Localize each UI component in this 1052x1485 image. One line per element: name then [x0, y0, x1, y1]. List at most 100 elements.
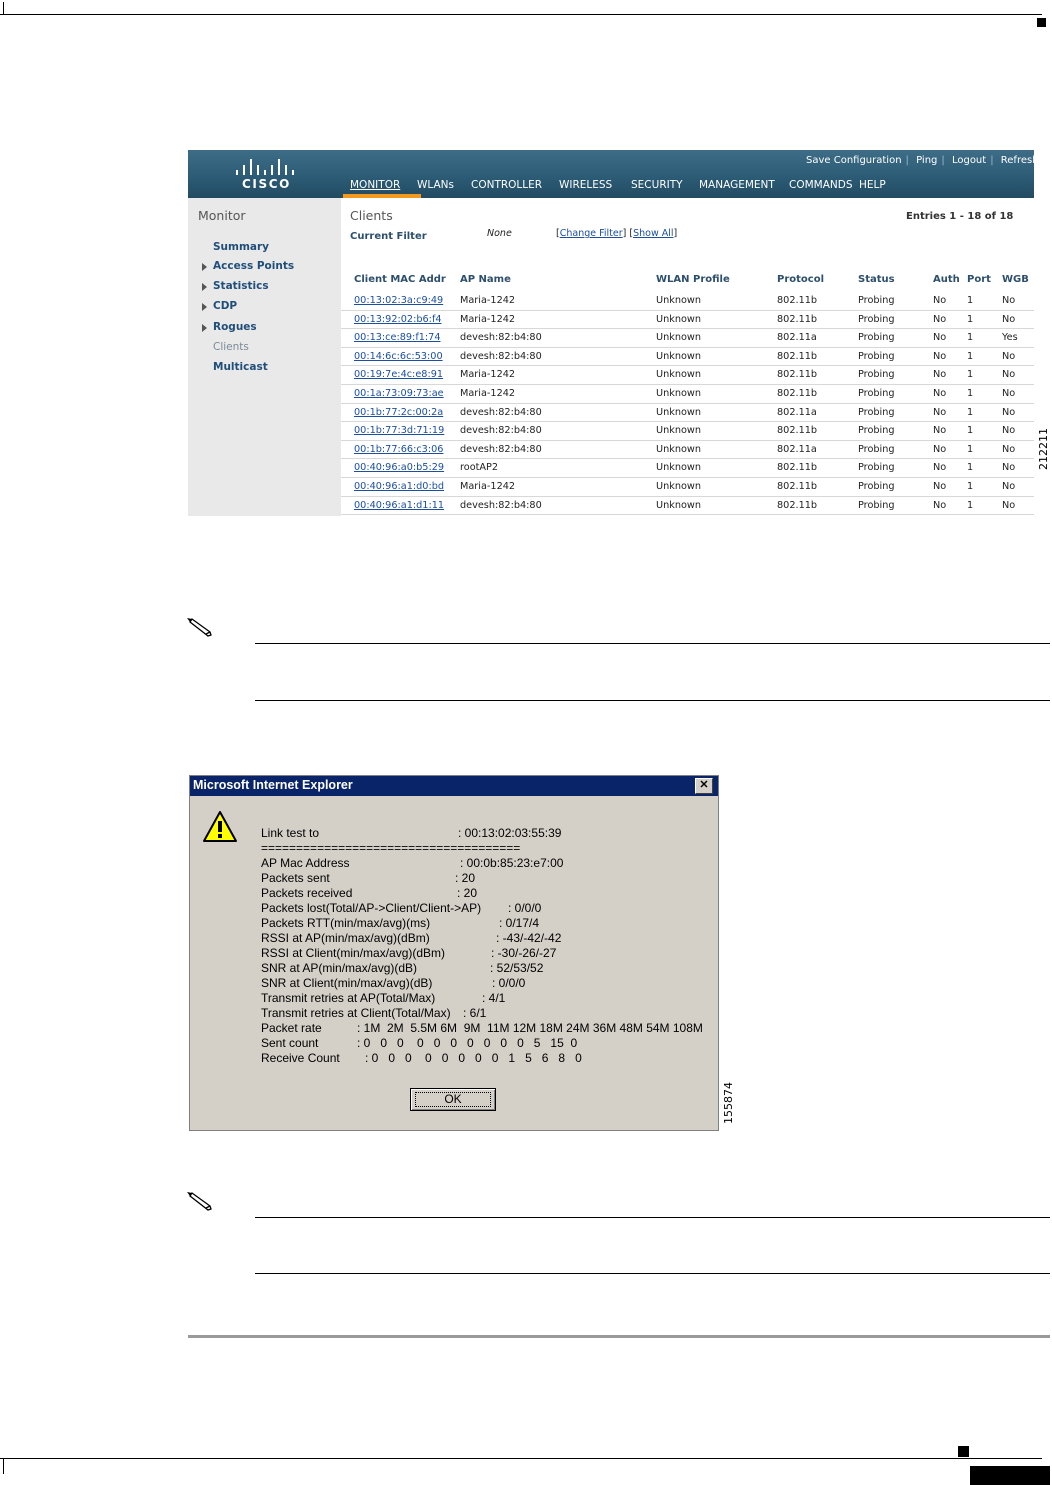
result-label: RSSI at AP(min/max/avg)(dBm): [261, 931, 430, 945]
sidebar-item-summary[interactable]: Summary: [213, 241, 269, 253]
port-cell: 1: [967, 350, 974, 362]
status-cell: Probing: [858, 313, 895, 325]
nav-help[interactable]: HELP: [859, 179, 886, 191]
port-cell: 1: [967, 406, 974, 418]
table-row: 00:13:92:02:b6:f4 Maria-1242 Unknown 802.11…: [341, 310, 1034, 330]
dialog-title: Microsoft Internet Explorer: [193, 778, 353, 792]
ap-name-cell: Maria-1242: [460, 481, 516, 492]
sidebar-item-rogues[interactable]: Rogues: [213, 321, 257, 333]
ap-name-cell: devesh:82:b4:80: [460, 406, 542, 418]
nav-wlans[interactable]: WLANs: [417, 179, 454, 191]
sidebar-item-clients[interactable]: Clients: [213, 341, 249, 353]
nav-wireless[interactable]: WIRELESS: [559, 179, 612, 191]
result-label: Transmit retries at Client(Total/Max): [261, 1006, 451, 1020]
table-row: 00:13:02:3a:c9:49 Maria-1242 Unknown 802.11…: [341, 291, 1034, 311]
sidebar-item-cdp[interactable]: CDP: [213, 300, 237, 312]
nav-controller[interactable]: CONTROLLER: [471, 179, 542, 191]
auth-cell: No: [933, 332, 947, 344]
expand-arrow-icon[interactable]: [202, 283, 207, 291]
sidebar-item-multicast[interactable]: Multicast: [213, 361, 268, 373]
result-label: SNR at AP(min/max/avg)(dB): [261, 961, 418, 975]
client-mac-link[interactable]: 00:1b:77:2c:00:2a: [354, 407, 443, 418]
expand-arrow-icon[interactable]: [202, 303, 207, 311]
status-cell: Probing: [858, 295, 895, 306]
ap-name-cell: Maria-1242: [460, 313, 516, 325]
ok-button[interactable]: OK: [410, 1088, 496, 1111]
table-row: 00:1b:77:2c:00:2a devesh:82:b4:80 Unknown 8…: [341, 403, 1034, 423]
auth-cell: No: [933, 406, 947, 418]
protocol-cell: 802.11b: [777, 462, 818, 474]
auth-cell: No: [933, 295, 947, 306]
result-label: Transmit retries at AP(Total/Max): [261, 991, 436, 1005]
status-cell: Probing: [858, 425, 895, 437]
port-cell: 1: [967, 443, 974, 455]
auth-cell: No: [933, 350, 947, 362]
show-all-link[interactable]: Show All: [633, 228, 673, 239]
wlan-profile-cell: Unknown: [656, 443, 701, 455]
status-cell: Probing: [858, 332, 895, 344]
client-mac-link[interactable]: 00:19:7e:4c:e8:91: [354, 369, 443, 380]
close-icon[interactable]: ✕: [695, 778, 713, 794]
client-mac-link[interactable]: 00:13:ce:89:f1:74: [354, 332, 441, 343]
auth-cell: No: [933, 388, 947, 399]
sidebar-item-access-points[interactable]: Access Points: [213, 260, 294, 272]
cisco-logo: CISCO: [234, 157, 294, 193]
protocol-cell: 802.11b: [777, 425, 818, 437]
protocol-cell: 802.11b: [777, 481, 818, 492]
nav-management[interactable]: MANAGEMENT: [699, 179, 775, 191]
auth-cell: No: [933, 499, 947, 511]
result-value: : 0/0/0: [492, 976, 526, 990]
client-mac-link[interactable]: 00:1b:77:3d:71:19: [354, 425, 444, 436]
save-configuration-link[interactable]: Save Configuration: [806, 155, 902, 166]
wlan-profile-cell: Unknown: [656, 406, 701, 418]
client-mac-link[interactable]: 00:40:96:a1:d0:bd: [354, 481, 444, 492]
client-mac-link[interactable]: 00:1a:73:09:73:ae: [354, 388, 444, 399]
wlan-profile-cell: Unknown: [656, 350, 701, 362]
result-value: : 00:0b:85:23:e7:00: [460, 856, 564, 870]
filter-links: [Change Filter] [Show All]: [556, 228, 678, 239]
nav-commands[interactable]: COMMANDS: [789, 179, 853, 191]
col-port: Port: [967, 274, 991, 285]
page-corner-mark: [3, 1458, 4, 1474]
client-mac-link[interactable]: 00:40:96:a0:b5:29: [354, 462, 444, 473]
result-value: : -43/-42/-42: [496, 931, 562, 945]
ap-name-cell: devesh:82:b4:80: [460, 443, 542, 455]
logout-link[interactable]: Logout: [952, 155, 986, 166]
table-row: 00:1b:77:3d:71:19 devesh:82:b4:80 Unknown 8…: [341, 421, 1034, 441]
result-value: : 20: [457, 886, 478, 900]
expand-arrow-icon[interactable]: [202, 263, 207, 271]
focus-ring: [415, 1092, 491, 1107]
result-value: : 0/17/4: [499, 916, 540, 930]
result-label: AP Mac Address: [261, 856, 350, 870]
expand-arrow-icon[interactable]: [202, 324, 207, 332]
wlan-profile-cell: Unknown: [656, 462, 701, 474]
wgb-cell: Yes: [1002, 332, 1018, 344]
note-bottom-rule: [255, 1273, 1050, 1274]
table-row: 00:40:96:a1:d1:11 devesh:82:b4:80 Unknown 8…: [341, 496, 1034, 516]
port-cell: 1: [967, 499, 974, 511]
refresh-link[interactable]: Refresh: [1001, 155, 1034, 166]
col-protocol: Protocol: [777, 274, 825, 285]
page-number-tab: [970, 1466, 1050, 1485]
wgb-cell: No: [1002, 462, 1016, 474]
client-mac-link[interactable]: 00:13:02:3a:c9:49: [354, 295, 443, 306]
nav-monitor[interactable]: MONITOR: [350, 179, 400, 191]
result-value: : 0 0 0 0 0 0 0 0 0 0 5 15 0: [357, 1036, 578, 1050]
protocol-cell: 802.11b: [777, 313, 818, 325]
client-mac-link[interactable]: 00:1b:77:66:c3:06: [354, 444, 443, 455]
figure-number: 212211: [1037, 428, 1050, 470]
figure-number: 155874: [722, 1082, 735, 1124]
client-mac-link[interactable]: 00:40:96:a1:d1:11: [354, 500, 444, 511]
client-mac-link[interactable]: 00:13:92:02:b6:f4: [354, 314, 442, 325]
nav-security[interactable]: SECURITY: [631, 179, 683, 191]
ping-link[interactable]: Ping: [916, 155, 937, 166]
change-filter-link[interactable]: Change Filter: [560, 228, 623, 239]
sidebar-item-statistics[interactable]: Statistics: [213, 280, 269, 292]
result-value: : 0/0/0: [508, 901, 542, 915]
client-mac-link[interactable]: 00:14:6c:6c:53:00: [354, 351, 443, 362]
ap-name-cell: Maria-1242: [460, 388, 516, 399]
result-label: Packets sent: [261, 871, 330, 885]
result-label: Packets received: [261, 886, 353, 900]
auth-cell: No: [933, 462, 947, 474]
current-filter-label: Current Filter: [350, 231, 427, 242]
